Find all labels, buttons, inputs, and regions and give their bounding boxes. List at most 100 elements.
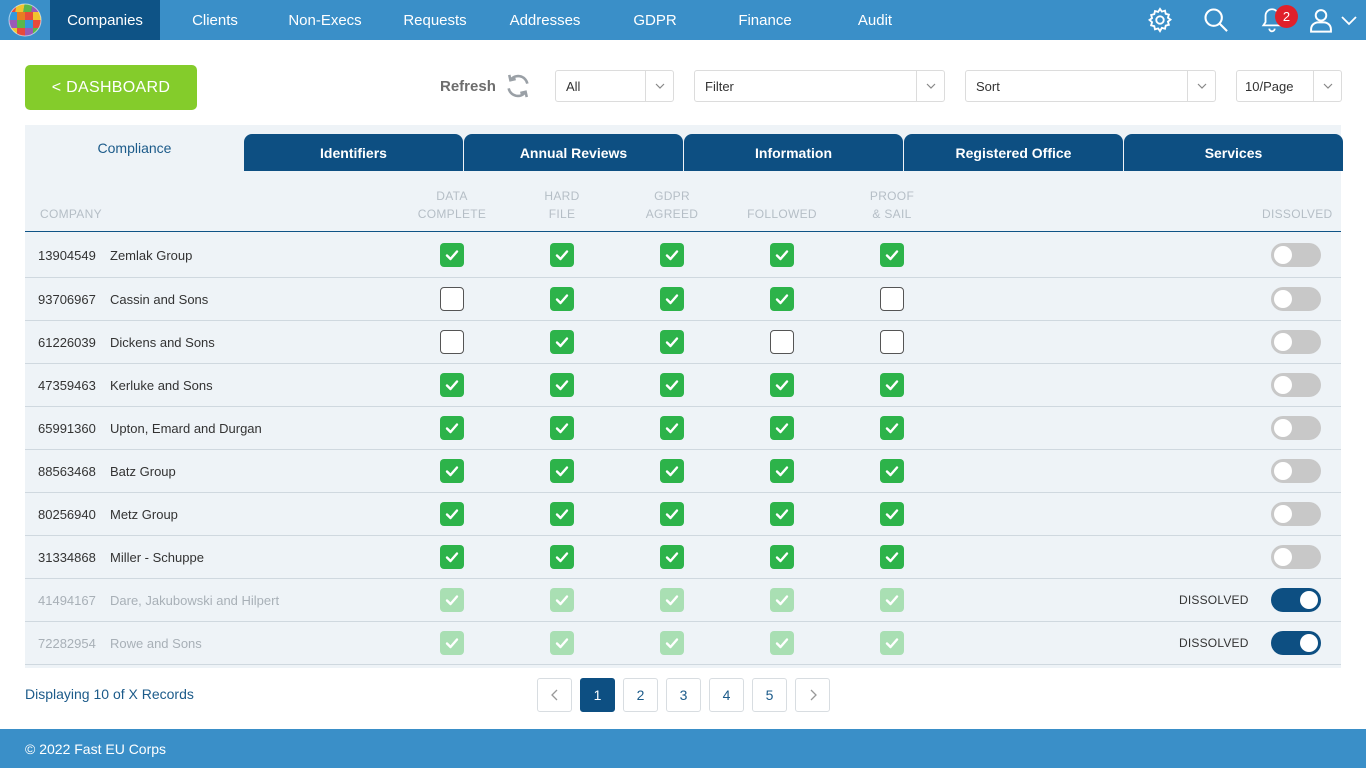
checkbox-checked[interactable] — [550, 587, 574, 612]
checkbox-checked[interactable] — [440, 587, 464, 612]
company-name[interactable]: Kerluke and Sons — [110, 364, 213, 407]
checkbox-checked[interactable] — [770, 243, 794, 267]
checkbox-checked[interactable] — [880, 415, 904, 440]
table-row[interactable]: 31334868 Miller - Schuppe — [25, 536, 1341, 579]
company-name[interactable]: Metz Group — [110, 493, 178, 536]
table-row[interactable]: 13904549 Zemlak Group — [25, 234, 1341, 278]
tab-compliance[interactable]: Compliance — [25, 125, 244, 171]
nav-clients[interactable]: Clients — [160, 0, 270, 40]
checkbox-checked[interactable] — [880, 501, 904, 526]
filter-select[interactable]: Filter — [694, 70, 945, 102]
search-icon[interactable] — [1188, 0, 1244, 40]
checkbox-checked[interactable] — [660, 243, 684, 267]
dissolved-toggle[interactable] — [1271, 501, 1321, 526]
tab-identifiers[interactable]: Identifiers — [244, 134, 463, 171]
status-select[interactable]: All — [555, 70, 674, 102]
refresh-button[interactable]: Refresh — [440, 72, 532, 100]
checkbox-unchecked[interactable] — [770, 329, 794, 354]
next-page-button[interactable] — [795, 678, 830, 712]
checkbox-unchecked[interactable] — [880, 286, 904, 311]
checkbox-checked[interactable] — [550, 544, 574, 569]
table-row[interactable]: 47359463 Kerluke and Sons — [25, 364, 1341, 407]
table-row[interactable]: 61226039 Dickens and Sons — [25, 321, 1341, 364]
checkbox-checked[interactable] — [550, 243, 574, 267]
company-name[interactable]: Dickens and Sons — [110, 321, 215, 364]
sort-select[interactable]: Sort — [965, 70, 1216, 102]
page-4-button[interactable]: 4 — [709, 678, 744, 712]
checkbox-checked[interactable] — [440, 501, 464, 526]
dissolved-toggle[interactable] — [1271, 458, 1321, 483]
table-row[interactable]: 65991360 Upton, Emard and Durgan — [25, 407, 1341, 450]
checkbox-checked[interactable] — [550, 286, 574, 311]
bell-icon[interactable]: 2 — [1244, 0, 1300, 40]
col-header-data-complete[interactable]: DATA COMPLETE — [402, 187, 502, 223]
table-row[interactable]: 93706967 Cassin and Sons — [25, 278, 1341, 321]
company-name[interactable]: Rowe and Sons — [110, 622, 202, 665]
page-1-button[interactable]: 1 — [580, 678, 615, 712]
checkbox-checked[interactable] — [440, 243, 464, 267]
col-header-hard-file[interactable]: HARD FILE — [512, 187, 612, 223]
checkbox-checked[interactable] — [880, 243, 904, 267]
checkbox-checked[interactable] — [550, 329, 574, 354]
checkbox-checked[interactable] — [660, 458, 684, 483]
checkbox-checked[interactable] — [550, 415, 574, 440]
checkbox-checked[interactable] — [770, 286, 794, 311]
tab-information[interactable]: Information — [684, 134, 903, 171]
col-header-followed[interactable]: FOLLOWED — [732, 187, 832, 223]
dissolved-toggle[interactable] — [1271, 587, 1321, 612]
checkbox-checked[interactable] — [440, 372, 464, 397]
checkbox-checked[interactable] — [770, 372, 794, 397]
page-size-select[interactable]: 10/Page — [1236, 70, 1342, 102]
checkbox-checked[interactable] — [880, 630, 904, 655]
checkbox-checked[interactable] — [660, 501, 684, 526]
dissolved-toggle[interactable] — [1271, 286, 1321, 311]
checkbox-checked[interactable] — [770, 415, 794, 440]
checkbox-unchecked[interactable] — [440, 286, 464, 311]
checkbox-checked[interactable] — [550, 458, 574, 483]
nav-addresses[interactable]: Addresses — [490, 0, 600, 40]
checkbox-checked[interactable] — [770, 587, 794, 612]
nav-gdpr[interactable]: GDPR — [600, 0, 710, 40]
page-2-button[interactable]: 2 — [623, 678, 658, 712]
col-header-company[interactable]: COMPANY — [40, 205, 102, 223]
checkbox-checked[interactable] — [550, 501, 574, 526]
checkbox-checked[interactable] — [880, 544, 904, 569]
checkbox-unchecked[interactable] — [440, 329, 464, 354]
checkbox-checked[interactable] — [550, 630, 574, 655]
table-row[interactable]: 72282954 Rowe and Sons DISSOLVED — [25, 622, 1341, 665]
gear-icon[interactable] — [1132, 0, 1188, 40]
checkbox-checked[interactable] — [660, 415, 684, 440]
table-row[interactable]: 41494167 Dare, Jakubowski and Hilpert DISS… — [25, 579, 1341, 622]
page-5-button[interactable]: 5 — [752, 678, 787, 712]
checkbox-checked[interactable] — [440, 544, 464, 569]
checkbox-checked[interactable] — [660, 372, 684, 397]
tab-annual-reviews[interactable]: Annual Reviews — [464, 134, 683, 171]
dissolved-toggle[interactable] — [1271, 243, 1321, 267]
table-row[interactable]: 88563468 Batz Group — [25, 450, 1341, 493]
prev-page-button[interactable] — [537, 678, 572, 712]
checkbox-checked[interactable] — [880, 587, 904, 612]
checkbox-unchecked[interactable] — [880, 329, 904, 354]
checkbox-checked[interactable] — [440, 458, 464, 483]
checkbox-checked[interactable] — [770, 501, 794, 526]
checkbox-checked[interactable] — [440, 630, 464, 655]
company-name[interactable]: Dare, Jakubowski and Hilpert — [110, 579, 279, 622]
nav-audit[interactable]: Audit — [820, 0, 930, 40]
checkbox-checked[interactable] — [880, 458, 904, 483]
col-header-dissolved[interactable]: DISSOLVED — [1262, 205, 1333, 223]
checkbox-checked[interactable] — [880, 372, 904, 397]
checkbox-checked[interactable] — [660, 329, 684, 354]
checkbox-checked[interactable] — [660, 286, 684, 311]
dissolved-toggle[interactable] — [1271, 372, 1321, 397]
nav-requests[interactable]: Requests — [380, 0, 490, 40]
checkbox-checked[interactable] — [550, 372, 574, 397]
dissolved-toggle[interactable] — [1271, 630, 1321, 655]
nav-finance[interactable]: Finance — [710, 0, 820, 40]
table-row[interactable]: 80256940 Metz Group — [25, 493, 1341, 536]
company-name[interactable]: Batz Group — [110, 450, 176, 493]
company-name[interactable]: Upton, Emard and Durgan — [110, 407, 262, 450]
company-name[interactable]: Cassin and Sons — [110, 278, 208, 321]
checkbox-checked[interactable] — [770, 630, 794, 655]
tab-registered-office[interactable]: Registered Office — [904, 134, 1123, 171]
checkbox-checked[interactable] — [660, 544, 684, 569]
